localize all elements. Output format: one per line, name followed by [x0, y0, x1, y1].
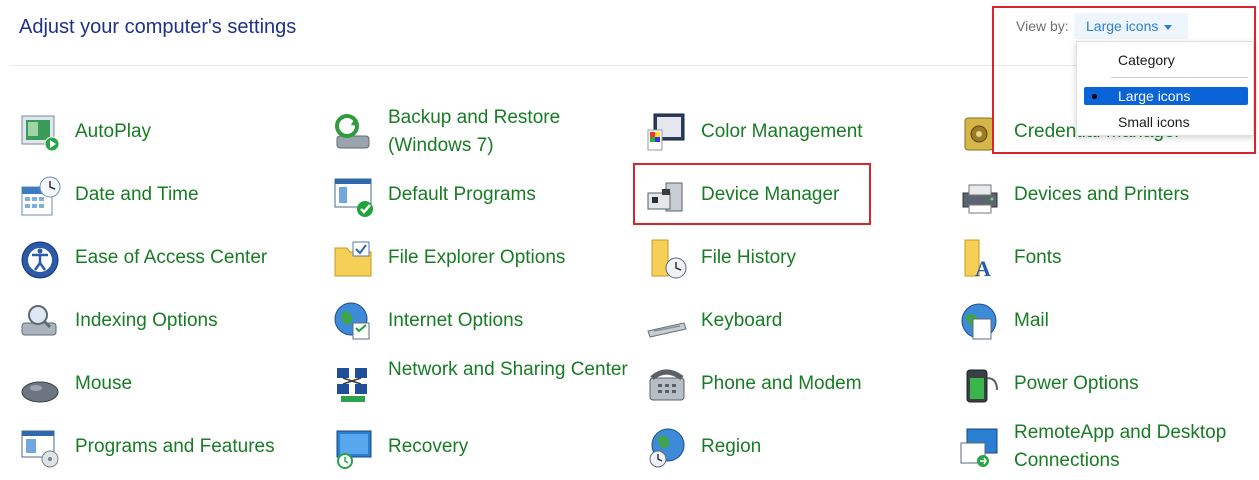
item-label: AutoPlay	[75, 121, 152, 142]
battery-icon	[966, 369, 998, 403]
item-fonts[interactable]: A Fonts	[959, 226, 1259, 284]
item-internet-options[interactable]: Internet Options	[333, 289, 633, 347]
item-devices-printers[interactable]: Devices and Printers	[959, 163, 1259, 221]
chevron-down-icon	[1164, 24, 1173, 30]
default-programs-icon	[334, 178, 373, 217]
item-label: Color Management	[701, 121, 863, 142]
item-keyboard[interactable]: Keyboard	[646, 289, 946, 347]
fonts-icon: A	[964, 239, 991, 280]
item-label: File History	[701, 247, 797, 268]
item-color-management[interactable]: Color Management	[646, 100, 946, 158]
item-remoteapp[interactable]: RemoteApp and Desktop Connections	[959, 415, 1259, 473]
item-label: Devices and Printers	[1014, 184, 1190, 205]
item-label: Internet Options	[388, 310, 524, 331]
item-file-explorer-options[interactable]: File Explorer Options	[333, 226, 633, 284]
keyboard-icon	[647, 322, 687, 338]
programs-icon	[21, 430, 59, 468]
item-label: Phone and Modem	[701, 373, 862, 394]
item-file-history[interactable]: File History	[646, 226, 946, 284]
item-programs-features[interactable]: Programs and Features	[20, 415, 320, 473]
item-label: Recovery	[388, 436, 469, 457]
phone-icon	[649, 369, 685, 401]
item-network-sharing[interactable]: Network and Sharing Center	[333, 352, 633, 410]
item-label: RemoteApp and Desktop Connections	[1014, 422, 1227, 471]
item-label: Default Programs	[388, 184, 536, 205]
credential-icon	[964, 117, 994, 151]
item-label: Network and Sharing Center	[388, 359, 628, 380]
page-title: Adjust your computer's settings	[19, 16, 297, 38]
printer-icon	[962, 184, 998, 214]
view-by-dropdown[interactable]: Large icons	[1074, 13, 1188, 39]
item-label: File Explorer Options	[388, 247, 566, 268]
item-label: Ease of Access Center	[75, 247, 268, 268]
svg-text:A: A	[975, 256, 991, 280]
menu-item-label: Large icons	[1118, 88, 1191, 104]
item-indexing-options[interactable]: Indexing Options	[20, 289, 320, 347]
menu-item-large-icons[interactable]: Large icons	[1084, 87, 1248, 105]
menu-item-small-icons[interactable]: Small icons	[1084, 113, 1248, 131]
recovery-icon	[336, 430, 372, 469]
network-icon	[337, 368, 367, 402]
backup-icon	[335, 114, 370, 149]
item-region[interactable]: Region	[646, 415, 946, 473]
item-mouse[interactable]: Mouse	[20, 352, 320, 410]
item-label: Device Manager	[701, 184, 840, 205]
ease-of-access-icon	[21, 241, 59, 279]
file-history-icon	[651, 239, 687, 279]
item-backup-restore[interactable]: Backup and Restore (Windows 7)	[333, 100, 633, 158]
item-autoplay[interactable]: AutoPlay	[20, 100, 320, 158]
region-globe-icon	[649, 428, 685, 468]
item-label: Mail	[1014, 310, 1049, 331]
item-label: Region	[701, 436, 762, 457]
view-by-value: Large icons	[1086, 18, 1159, 34]
item-power-options[interactable]: Power Options	[959, 352, 1259, 410]
item-ease-of-access[interactable]: Ease of Access Center	[20, 226, 320, 284]
title-divider	[10, 65, 1255, 66]
item-mail[interactable]: Mail	[959, 289, 1259, 347]
item-label: Backup and Restore (Windows 7)	[388, 107, 561, 156]
remote-desktop-icon	[960, 428, 998, 467]
mail-icon	[961, 303, 997, 340]
item-recovery[interactable]: Recovery	[333, 415, 633, 473]
indexing-icon	[21, 305, 57, 336]
item-label: Programs and Features	[75, 436, 275, 457]
item-phone-modem[interactable]: Phone and Modem	[646, 352, 946, 410]
view-by-label: View by:	[1016, 18, 1069, 34]
item-label: Mouse	[75, 373, 133, 394]
globe-icon	[334, 302, 370, 340]
menu-item-category[interactable]: Category	[1084, 51, 1248, 69]
folder-options-icon	[334, 241, 372, 277]
item-label: Keyboard	[701, 310, 783, 331]
item-label: Indexing Options	[75, 310, 218, 331]
calendar-clock-icon	[21, 176, 61, 216]
autoplay-icon	[21, 115, 60, 152]
color-management-icon	[647, 113, 685, 151]
view-by-menu: Category Large icons Small icons	[1076, 41, 1254, 136]
item-device-manager[interactable]: Device Manager	[646, 163, 946, 221]
item-label: Fonts	[1014, 247, 1062, 268]
menu-separator	[1111, 77, 1248, 78]
item-date-time[interactable]: Date and Time	[20, 163, 320, 221]
item-default-programs[interactable]: Default Programs	[333, 163, 633, 221]
mouse-icon	[21, 381, 59, 403]
selected-bullet-icon	[1092, 94, 1097, 99]
item-label: Power Options	[1014, 373, 1139, 394]
device-manager-icon	[647, 182, 683, 212]
item-label: Date and Time	[75, 184, 199, 205]
